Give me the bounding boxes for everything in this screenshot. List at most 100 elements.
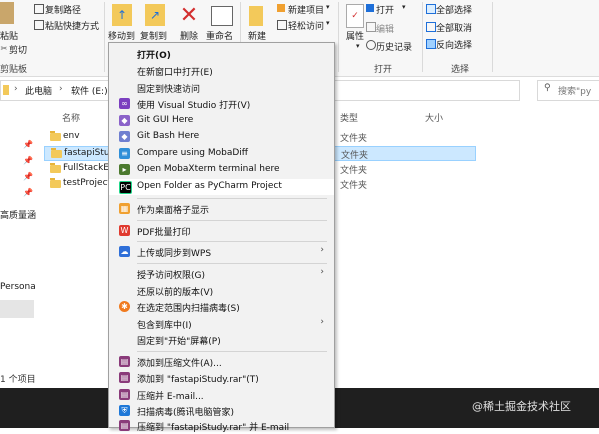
winrar-icon: ▤ xyxy=(119,420,130,431)
nav-item-personal[interactable]: Persona xyxy=(0,282,36,292)
column-type[interactable]: 类型 xyxy=(340,111,358,124)
easy-access-button[interactable]: 轻松访问 xyxy=(288,19,324,32)
delete-icon: ✕ xyxy=(179,2,199,28)
folder-icon xyxy=(50,163,61,173)
file-type: 文件夹 xyxy=(340,166,368,176)
menu-item-open-visual-studio[interactable]: ∞ 使用 Visual Studio 打开(V) xyxy=(109,96,334,112)
menu-item-pin-start[interactable]: 固定到"开始"屏幕(P) xyxy=(109,332,334,348)
menu-item-grant-access[interactable]: 授予访问权限(G) › xyxy=(109,266,334,282)
nav-item-selected[interactable] xyxy=(0,300,34,318)
chevron-right-icon: › xyxy=(320,317,324,327)
winrar-icon: ▤ xyxy=(119,372,130,383)
menu-item-wps-sync[interactable]: ☁ 上传或同步到WPS › xyxy=(109,244,334,260)
menu-separator xyxy=(137,198,327,199)
properties-dropdown-icon[interactable]: ▾ xyxy=(356,42,360,50)
pycharm-icon: PC xyxy=(119,181,132,194)
menu-item-open[interactable]: 打开(O) xyxy=(109,46,334,62)
status-item-count: 1 个项目 xyxy=(0,375,36,385)
menu-label: 作为桌面格子显示 xyxy=(137,206,210,216)
properties-button[interactable]: 属性 xyxy=(346,29,364,42)
winrar-icon: ▤ xyxy=(119,389,130,400)
copy-to-icon: ↗ xyxy=(145,4,165,26)
menu-label: 固定到"开始"屏幕(P) xyxy=(137,337,221,347)
menu-item-pdf-print[interactable]: W PDF批量打印 xyxy=(109,223,334,239)
paste-icon[interactable] xyxy=(0,2,14,24)
menu-item-compress-email[interactable]: ▤ 压缩并 E-mail... xyxy=(109,387,334,403)
wps-pdf-icon: W xyxy=(119,225,130,236)
cut-button[interactable]: 剪切 xyxy=(9,43,27,56)
search-icon: ⚲ xyxy=(544,83,551,93)
menu-item-compress-rar-email[interactable]: ▤ 压缩到 "fastapiStudy.rar" 并 E-mail xyxy=(109,418,334,434)
menu-label: Open MobaXterm terminal here xyxy=(137,164,280,174)
paste-shortcut-button[interactable]: 粘贴快捷方式 xyxy=(45,19,99,32)
new-folder-button[interactable]: 新建 xyxy=(248,29,266,42)
menu-item-git-gui[interactable]: ◆ Git GUI Here xyxy=(109,113,334,129)
open-group-label: 打开 xyxy=(374,65,393,75)
move-to-button[interactable]: 移动到 xyxy=(108,29,135,42)
menu-item-git-bash[interactable]: ◆ Git Bash Here xyxy=(109,129,334,145)
paste-shortcut-icon xyxy=(34,20,44,30)
menu-item-restore-versions[interactable]: 还原以前的版本(V) xyxy=(109,283,334,299)
visual-studio-icon: ∞ xyxy=(119,98,130,109)
search-input[interactable]: 搜索"py xyxy=(558,84,591,97)
file-type: 文件夹 xyxy=(341,151,369,161)
menu-item-scan-virus[interactable]: ✱ 在选定范围内扫描病毒(S) xyxy=(109,299,334,315)
winrar-icon: ▤ xyxy=(119,356,130,367)
open-button[interactable]: 打开 xyxy=(376,3,394,16)
menu-item-add-rar[interactable]: ▤ 添加到 "fastapiStudy.rar"(T) xyxy=(109,370,334,386)
select-all-button[interactable]: 全部选择 xyxy=(436,3,472,16)
pin-icon: 📌 xyxy=(23,140,33,149)
copy-to-button[interactable]: 复制到 xyxy=(140,29,167,42)
history-icon xyxy=(366,40,376,50)
folder-icon xyxy=(50,178,61,188)
menu-label: 添加到 "fastapiStudy.rar"(T) xyxy=(137,375,259,385)
nav-item-quality[interactable]: 高质量涵 xyxy=(0,208,36,221)
column-size[interactable]: 大小 xyxy=(425,111,443,124)
menu-label: Git Bash Here xyxy=(137,131,200,141)
easy-access-dropdown-icon[interactable]: ▾ xyxy=(326,19,330,27)
select-none-button[interactable]: 全部取消 xyxy=(436,21,472,34)
menu-item-pycharm[interactable]: PC Open Folder as PyCharm Project xyxy=(109,179,334,195)
breadcrumb-drive[interactable]: 软件 (E:) xyxy=(71,84,108,97)
breadcrumb-this-pc[interactable]: 此电脑 xyxy=(25,84,52,97)
open-dropdown-icon[interactable]: ▾ xyxy=(402,3,406,11)
menu-item-pin-quick-access[interactable]: 固定到快速访问 xyxy=(109,80,334,96)
paste-button[interactable]: 粘贴 xyxy=(0,29,18,42)
column-name[interactable]: 名称 xyxy=(62,111,80,124)
open-icon xyxy=(366,4,374,12)
wps-cloud-icon: ☁ xyxy=(119,246,130,257)
invert-selection-button[interactable]: 反向选择 xyxy=(436,38,472,51)
chevron-right-icon: › xyxy=(320,267,324,277)
history-button[interactable]: 历史记录 xyxy=(376,40,412,53)
menu-label: 压缩并 E-mail... xyxy=(137,392,204,402)
menu-item-open-new-window[interactable]: 在新窗口中打开(E) xyxy=(109,63,334,79)
menu-item-include-library[interactable]: 包含到库中(I) › xyxy=(109,316,334,332)
chevron-right-icon: › xyxy=(320,245,324,255)
menu-label: Git GUI Here xyxy=(137,115,194,125)
new-item-dropdown-icon[interactable]: ▾ xyxy=(326,3,330,11)
delete-button[interactable]: 删除 xyxy=(180,29,198,42)
pin-icon: 📌 xyxy=(23,156,33,165)
menu-item-mobaxterm[interactable]: ▸ Open MobaXterm terminal here xyxy=(109,162,334,178)
mobaxterm-icon: ▸ xyxy=(119,164,130,175)
menu-item-desktop-grid[interactable]: ▦ 作为桌面格子显示 xyxy=(109,201,334,217)
menu-label: 扫描病毒(腾讯电脑管家) xyxy=(137,408,235,418)
edit-icon xyxy=(366,22,376,32)
menu-item-tencent-scan[interactable]: ⛨ 扫描病毒(腾讯电脑管家) xyxy=(109,403,334,419)
context-menu: 打开(O) 在新窗口中打开(E) 固定到快速访问 ∞ 使用 Visual Stu… xyxy=(108,42,335,433)
antivirus-icon: ✱ xyxy=(119,301,130,312)
file-name: testProject xyxy=(63,178,112,188)
new-item-button[interactable]: 新建项目 xyxy=(288,3,324,16)
menu-label: 在新窗口中打开(E) xyxy=(137,68,213,78)
shield-icon: ⛨ xyxy=(119,405,130,416)
file-name: env xyxy=(63,131,80,141)
menu-label: 添加到压缩文件(A)... xyxy=(137,359,222,369)
rename-button[interactable]: 重命名 xyxy=(206,29,233,42)
file-type: 文件夹 xyxy=(340,134,368,144)
search-box[interactable]: ⚲ 搜索"py xyxy=(537,80,599,101)
location-folder-icon xyxy=(3,85,9,95)
menu-item-add-archive[interactable]: ▤ 添加到压缩文件(A)... xyxy=(109,354,334,370)
menu-item-mobadiff[interactable]: ≡ Compare using MobaDiff xyxy=(109,146,334,162)
copy-path-button[interactable]: 复制路径 xyxy=(45,3,81,16)
edit-button[interactable]: 编辑 xyxy=(376,22,394,35)
